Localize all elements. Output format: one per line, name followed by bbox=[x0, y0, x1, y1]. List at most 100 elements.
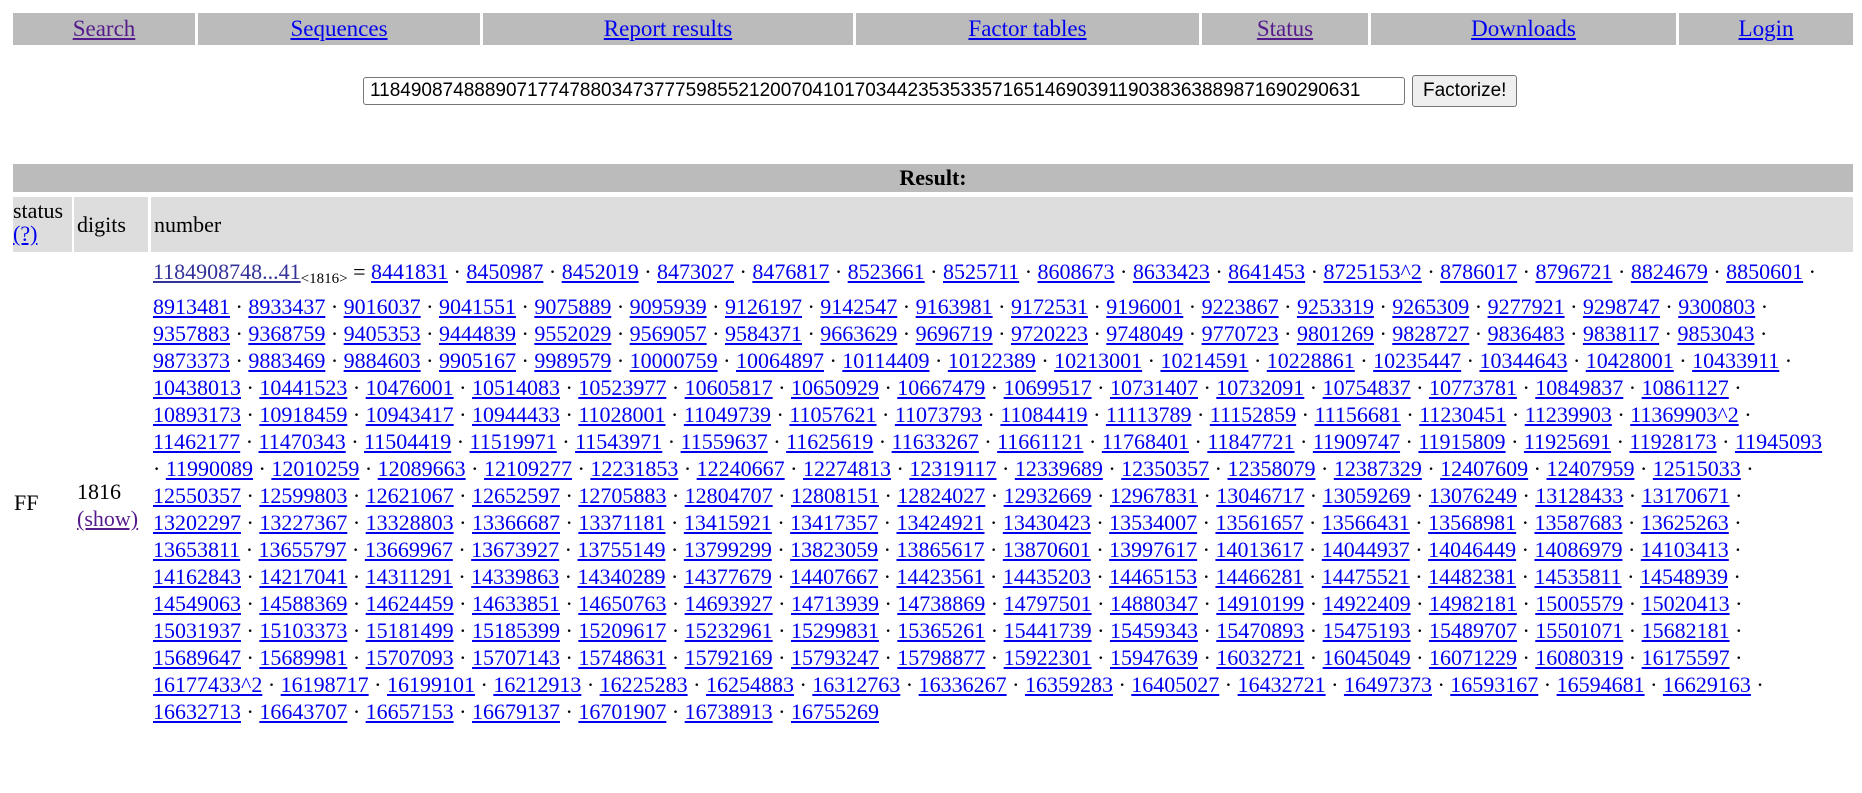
factor-link[interactable]: 15365261 bbox=[897, 618, 985, 643]
factor-link[interactable]: 13417357 bbox=[790, 510, 878, 535]
factor-link[interactable]: 14435203 bbox=[1003, 564, 1091, 589]
factor-link[interactable]: 15748631 bbox=[578, 645, 666, 670]
factor-link[interactable]: 15682181 bbox=[1642, 618, 1730, 643]
factor-link[interactable]: 16032721 bbox=[1216, 645, 1304, 670]
factor-link[interactable]: 13059269 bbox=[1323, 483, 1411, 508]
factor-link[interactable]: 13997617 bbox=[1109, 537, 1197, 562]
factor-link[interactable]: 9163981 bbox=[916, 294, 993, 319]
factor-link[interactable]: 9196001 bbox=[1106, 294, 1183, 319]
factor-link[interactable]: 10944433 bbox=[472, 402, 560, 427]
factor-link[interactable]: 12515033 bbox=[1653, 456, 1741, 481]
factor-link[interactable]: 9298747 bbox=[1583, 294, 1660, 319]
factor-link[interactable]: 10667479 bbox=[897, 375, 985, 400]
factor-link[interactable]: 13655797 bbox=[259, 537, 347, 562]
factor-link[interactable]: 10754837 bbox=[1323, 375, 1411, 400]
factor-link[interactable]: 8450987 bbox=[466, 259, 543, 284]
factor-link[interactable]: 12274813 bbox=[803, 456, 891, 481]
factor-link[interactable]: 11239903 bbox=[1525, 402, 1612, 427]
factor-link[interactable]: 14693927 bbox=[685, 591, 773, 616]
factor-link[interactable]: 8525711 bbox=[943, 259, 1019, 284]
factor-link[interactable]: 16071229 bbox=[1429, 645, 1517, 670]
number-short-link[interactable]: 1184908748...41 bbox=[153, 259, 301, 284]
factor-link[interactable]: 8633423 bbox=[1133, 259, 1210, 284]
factor-link[interactable]: 8786017 bbox=[1440, 259, 1517, 284]
factor-link[interactable]: 9126197 bbox=[725, 294, 802, 319]
factor-link[interactable]: 10235447 bbox=[1373, 348, 1461, 373]
factor-link[interactable]: 16336267 bbox=[919, 672, 1007, 697]
factor-link[interactable]: 14910199 bbox=[1216, 591, 1304, 616]
factor-link[interactable]: 10514083 bbox=[472, 375, 560, 400]
factor-link[interactable]: 10849837 bbox=[1535, 375, 1623, 400]
factor-link[interactable]: 12621067 bbox=[366, 483, 454, 508]
nav-link-downloads[interactable]: Downloads bbox=[1471, 16, 1576, 42]
factor-link[interactable]: 15232961 bbox=[685, 618, 773, 643]
factor-link[interactable]: 9253319 bbox=[1297, 294, 1374, 319]
factor-link[interactable]: 9770723 bbox=[1202, 321, 1279, 346]
factor-link[interactable]: 15947639 bbox=[1110, 645, 1198, 670]
factor-link[interactable]: 14548939 bbox=[1640, 564, 1728, 589]
factor-link[interactable]: 11990089 bbox=[166, 456, 253, 481]
factor-link[interactable]: 12109277 bbox=[484, 456, 572, 481]
factor-link[interactable]: 10732091 bbox=[1216, 375, 1304, 400]
factor-link[interactable]: 10428001 bbox=[1586, 348, 1674, 373]
factor-link[interactable]: 13566431 bbox=[1322, 510, 1410, 535]
factor-link[interactable]: 13587683 bbox=[1534, 510, 1622, 535]
status-help-link[interactable]: (?) bbox=[13, 222, 72, 245]
factor-link[interactable]: 8476817 bbox=[752, 259, 829, 284]
factor-link[interactable]: 8933437 bbox=[248, 294, 325, 319]
factor-link[interactable]: 11470343 bbox=[259, 429, 346, 454]
factor-link[interactable]: 15185399 bbox=[472, 618, 560, 643]
factor-link[interactable]: 8641453 bbox=[1228, 259, 1305, 284]
factor-link[interactable]: 13870601 bbox=[1003, 537, 1091, 562]
factor-link[interactable]: 16594681 bbox=[1557, 672, 1645, 697]
show-digits-link[interactable]: (show) bbox=[77, 505, 138, 532]
factor-link[interactable]: 11928173 bbox=[1629, 429, 1716, 454]
factor-link[interactable]: 12010259 bbox=[271, 456, 359, 481]
factor-link[interactable]: 15793247 bbox=[791, 645, 879, 670]
factor-link[interactable]: 9142547 bbox=[820, 294, 897, 319]
factor-link[interactable]: 14633851 bbox=[472, 591, 560, 616]
factor-link[interactable]: 13202297 bbox=[153, 510, 241, 535]
factor-link[interactable]: 15689647 bbox=[153, 645, 241, 670]
factor-link[interactable]: 13415921 bbox=[684, 510, 772, 535]
factor-link[interactable]: 8523661 bbox=[848, 259, 925, 284]
nav-link-login[interactable]: Login bbox=[1739, 16, 1794, 42]
factor-link[interactable]: 15501071 bbox=[1535, 618, 1623, 643]
factor-link[interactable]: 9095939 bbox=[630, 294, 707, 319]
factor-link[interactable]: 12339689 bbox=[1015, 456, 1103, 481]
factorize-button[interactable]: Factorize! bbox=[1412, 75, 1518, 107]
factor-link[interactable]: 10214591 bbox=[1160, 348, 1248, 373]
factor-link[interactable]: 11057621 bbox=[789, 402, 876, 427]
factor-link[interactable]: 15181499 bbox=[366, 618, 454, 643]
factor-link[interactable]: 16199101 bbox=[387, 672, 475, 697]
factor-link[interactable]: 16643707 bbox=[259, 699, 347, 724]
factor-link[interactable]: 9300803 bbox=[1678, 294, 1755, 319]
factor-link[interactable]: 13755149 bbox=[578, 537, 666, 562]
factor-link[interactable]: 11504419 bbox=[364, 429, 451, 454]
factor-link[interactable]: 11084419 bbox=[1000, 402, 1087, 427]
factor-link[interactable]: 10441523 bbox=[259, 375, 347, 400]
factor-link[interactable]: 11462177 bbox=[153, 429, 240, 454]
factor-link[interactable]: 15707093 bbox=[366, 645, 454, 670]
factor-link[interactable]: 13561657 bbox=[1215, 510, 1303, 535]
factor-link[interactable]: 9696719 bbox=[916, 321, 993, 346]
factor-link[interactable]: 13865617 bbox=[896, 537, 984, 562]
factor-link[interactable]: 16312763 bbox=[812, 672, 900, 697]
factor-link[interactable]: 9223867 bbox=[1202, 294, 1279, 319]
nav-link-sequences[interactable]: Sequences bbox=[290, 16, 387, 42]
nav-link-status[interactable]: Status bbox=[1257, 16, 1313, 42]
factor-link[interactable]: 9075889 bbox=[534, 294, 611, 319]
factor-link[interactable]: 13799299 bbox=[684, 537, 772, 562]
nav-link-report-results[interactable]: Report results bbox=[604, 16, 732, 42]
factor-link[interactable]: 12358079 bbox=[1227, 456, 1315, 481]
factor-link[interactable]: 9748049 bbox=[1106, 321, 1183, 346]
factor-link[interactable]: 10213001 bbox=[1054, 348, 1142, 373]
factor-link[interactable]: 14465153 bbox=[1109, 564, 1197, 589]
factor-link[interactable]: 12407609 bbox=[1440, 456, 1528, 481]
factor-link[interactable]: 15031937 bbox=[153, 618, 241, 643]
number-input[interactable] bbox=[363, 77, 1405, 105]
factor-link[interactable]: 16701907 bbox=[578, 699, 666, 724]
factor-link[interactable]: 13823059 bbox=[790, 537, 878, 562]
factor-link[interactable]: 9584371 bbox=[725, 321, 802, 346]
factor-link[interactable]: 16629163 bbox=[1663, 672, 1751, 697]
